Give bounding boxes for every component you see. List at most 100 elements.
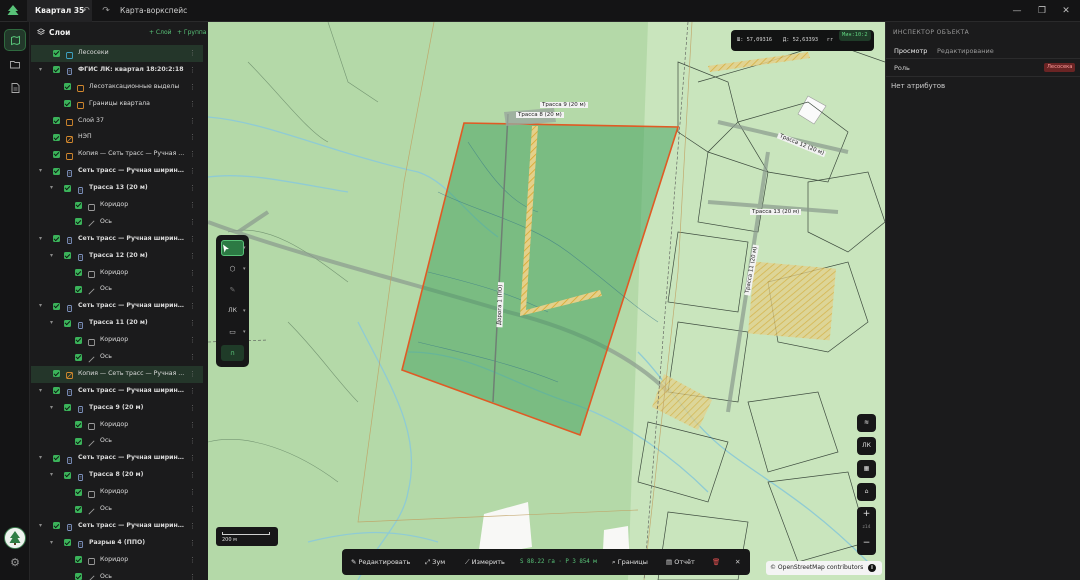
layer-menu-icon[interactable]: ⋮	[189, 552, 196, 569]
expand-chevron-icon[interactable]: ▾	[39, 518, 42, 535]
expand-chevron-icon[interactable]: ▾	[39, 163, 42, 180]
layer-row[interactable]: ▾ Трасса 9 (20 м) ⋮	[31, 400, 203, 417]
expand-chevron-icon[interactable]: ▾	[50, 315, 53, 332]
layer-visibility-checkbox[interactable]	[53, 150, 60, 158]
layer-row[interactable]: Коридор ⋮	[31, 484, 203, 501]
layer-menu-icon[interactable]: ⋮	[189, 383, 196, 400]
layer-row[interactable]: ▾ Сеть трасс — Ручная ширина, ... ⋮	[31, 450, 203, 467]
layer-menu-icon[interactable]: ⋮	[189, 518, 196, 535]
layer-menu-icon[interactable]: ⋮	[189, 569, 196, 580]
home-extent-button[interactable]: ⌂	[857, 483, 876, 501]
rail-layers-button[interactable]	[4, 29, 26, 51]
layer-menu-icon[interactable]: ⋮	[189, 315, 196, 332]
add-layer-button[interactable]: + Слой	[149, 29, 172, 36]
polygon-tool-button[interactable]: ⬡	[221, 261, 244, 277]
layer-row[interactable]: ▾ Сеть трасс — Ручная ширина, ... ⋮	[31, 383, 203, 400]
layer-row[interactable]: Копия — Сеть трасс — Ручная ... ⋮	[31, 146, 203, 163]
layer-menu-icon[interactable]: ⋮	[189, 248, 196, 265]
zoom-action-button[interactable]: ⤢ Зум	[425, 549, 445, 575]
layer-visibility-checkbox[interactable]	[53, 370, 60, 378]
select-tool-button[interactable]	[221, 240, 244, 256]
layer-menu-icon[interactable]: ⋮	[189, 265, 196, 282]
layer-menu-icon[interactable]: ⋮	[189, 484, 196, 501]
map-canvas[interactable]: Трасса 9 (20 м) Трасса 8 (20 м) Трасса 1…	[208, 22, 885, 580]
layer-menu-icon[interactable]: ⋮	[189, 231, 196, 248]
info-icon[interactable]: i	[868, 564, 876, 572]
basemap-layers-button[interactable]: ≋	[857, 414, 876, 432]
layer-visibility-checkbox[interactable]	[53, 133, 60, 141]
layer-row[interactable]: Ось ⋮	[31, 433, 203, 450]
add-group-button[interactable]: + Группа	[177, 29, 206, 36]
layer-row[interactable]: ▾ Сеть трасс — Ручная ширина, ... ⋮	[31, 518, 203, 535]
magnet-tool-button[interactable]: ∩	[221, 345, 244, 361]
layer-visibility-checkbox[interactable]	[64, 319, 71, 327]
layer-visibility-checkbox[interactable]	[75, 437, 82, 445]
measure-action-button[interactable]: ⟋ Измерить	[465, 549, 505, 575]
layer-visibility-checkbox[interactable]	[75, 488, 82, 496]
layer-visibility-checkbox[interactable]	[75, 201, 82, 209]
layer-visibility-checkbox[interactable]	[75, 421, 82, 429]
layer-visibility-checkbox[interactable]	[64, 471, 71, 479]
zoom-in-button[interactable]: +	[857, 509, 876, 519]
layer-row[interactable]: ▾ Трасса 11 (20 м) ⋮	[31, 315, 203, 332]
corridor-tool-button[interactable]: ▭	[221, 324, 244, 340]
layer-visibility-checkbox[interactable]	[75, 505, 82, 513]
restore-icon[interactable]: ❐	[1035, 4, 1049, 18]
layer-row[interactable]: ▾ Сеть трасс — Ручная ширина, ... ⋮	[31, 163, 203, 180]
layer-menu-icon[interactable]: ⋮	[189, 62, 196, 79]
grid-toggle-button[interactable]: ▦	[857, 460, 876, 478]
layer-menu-icon[interactable]: ⋮	[189, 129, 196, 146]
rail-folder-button[interactable]	[4, 53, 26, 75]
layer-menu-icon[interactable]: ⋮	[189, 501, 196, 518]
layer-menu-icon[interactable]: ⋮	[189, 281, 196, 298]
chevron-down-icon[interactable]: ▾	[243, 266, 246, 272]
expand-chevron-icon[interactable]: ▾	[39, 298, 42, 315]
layer-menu-icon[interactable]: ⋮	[189, 298, 196, 315]
chevron-down-icon[interactable]: ▾	[243, 308, 246, 314]
bounds-action-button[interactable]: ⌕ Границы	[612, 549, 648, 575]
layer-row[interactable]: Ось ⋮	[31, 281, 203, 298]
layer-visibility-checkbox[interactable]	[53, 117, 60, 125]
layer-visibility-checkbox[interactable]	[53, 302, 60, 310]
layer-visibility-checkbox[interactable]	[75, 218, 82, 226]
expand-chevron-icon[interactable]: ▾	[50, 535, 53, 552]
expand-chevron-icon[interactable]: ▾	[50, 400, 53, 417]
expand-chevron-icon[interactable]: ▾	[39, 62, 42, 79]
layer-visibility-checkbox[interactable]	[75, 269, 82, 277]
layer-visibility-checkbox[interactable]	[64, 184, 71, 192]
ruler-tool-button[interactable]: ✎	[221, 282, 244, 298]
expand-chevron-icon[interactable]: ▾	[50, 467, 53, 484]
layer-visibility-checkbox[interactable]	[53, 522, 60, 530]
layer-menu-icon[interactable]: ⋮	[189, 535, 196, 552]
lk-tool-button[interactable]: ЛК	[221, 303, 244, 319]
tab-view[interactable]: Просмотр	[894, 47, 927, 55]
layer-row[interactable]: Слой 37 ⋮	[31, 113, 203, 130]
tab-edit[interactable]: Редактирование	[937, 47, 994, 55]
layer-menu-icon[interactable]: ⋮	[189, 45, 196, 62]
layer-row[interactable]: ▾ Сеть трасс — Ручная ширина, ... ⋮	[31, 231, 203, 248]
layer-menu-icon[interactable]: ⋮	[189, 79, 196, 96]
layer-visibility-checkbox[interactable]	[53, 66, 60, 74]
layer-row[interactable]: Копия — Сеть трасс — Ручная ... ⋮	[31, 365, 203, 383]
layer-menu-icon[interactable]: ⋮	[189, 417, 196, 434]
layer-visibility-checkbox[interactable]	[53, 454, 60, 462]
layer-visibility-checkbox[interactable]	[75, 556, 82, 564]
layer-visibility-checkbox[interactable]	[75, 285, 82, 293]
layer-row[interactable]: ▾ Сеть трасс — Ручная ширина, ... ⋮	[31, 298, 203, 315]
rail-document-button[interactable]	[4, 77, 26, 99]
chevron-down-icon[interactable]: ▾	[243, 329, 246, 335]
user-avatar[interactable]	[4, 527, 26, 549]
expand-chevron-icon[interactable]: ▾	[39, 383, 42, 400]
layer-row[interactable]: Ось ⋮	[31, 349, 203, 366]
layer-menu-icon[interactable]: ⋮	[189, 366, 196, 383]
layer-visibility-checkbox[interactable]	[75, 353, 82, 361]
layer-visibility-checkbox[interactable]	[53, 235, 60, 243]
layer-visibility-checkbox[interactable]	[53, 387, 60, 395]
edit-action-button[interactable]: ✎ Редактировать	[351, 549, 410, 575]
minimize-icon[interactable]: —	[1010, 4, 1024, 18]
layer-row[interactable]: Границы квартала ⋮	[31, 96, 203, 113]
layer-menu-icon[interactable]: ⋮	[189, 113, 196, 130]
layer-menu-icon[interactable]: ⋮	[189, 467, 196, 484]
layer-visibility-checkbox[interactable]	[64, 83, 71, 91]
lk-map-button[interactable]: ЛК	[857, 437, 876, 455]
